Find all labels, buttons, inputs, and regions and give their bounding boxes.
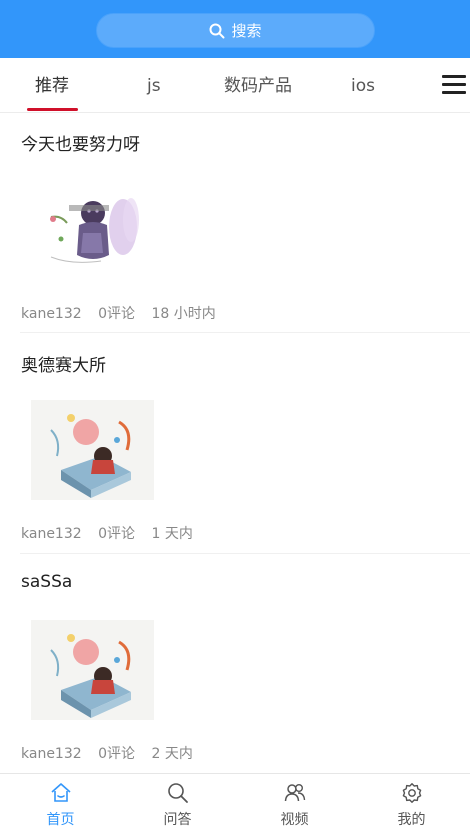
search-icon: [209, 23, 225, 38]
post-time: 2 天内: [151, 746, 193, 762]
post-thumbnail[interactable]: [31, 400, 154, 500]
video-icon: [284, 784, 305, 802]
post-title[interactable]: saSSa: [21, 572, 72, 592]
active-tab-indicator: [27, 108, 78, 111]
nav-video-label: 视频: [280, 812, 309, 828]
tab-recommend[interactable]: 推荐: [35, 75, 69, 97]
post-comments: 0评论: [98, 746, 136, 762]
top-bar: 搜索: [0, 0, 470, 58]
search-button[interactable]: 搜索: [96, 13, 375, 48]
post-meta: kane132 0评论 2 天内: [21, 743, 205, 763]
post-time: 1 天内: [151, 526, 193, 542]
search-label: 搜索: [231, 22, 262, 40]
tab-digital-products[interactable]: 数码产品: [224, 75, 292, 97]
search-icon: [167, 783, 188, 803]
bottom-nav: 首页 问答 视频 我的: [0, 773, 470, 834]
post-comments: 0评论: [98, 526, 136, 542]
list-item[interactable]: saSSa kane132 0评论 2 天内: [0, 553, 470, 773]
post-title[interactable]: 今天也要努力呀: [21, 130, 140, 155]
nav-mine[interactable]: 我的: [353, 774, 470, 834]
home-icon: [50, 783, 71, 802]
nav-video[interactable]: 视频: [236, 774, 353, 834]
post-thumbnail[interactable]: [31, 175, 154, 275]
channel-menu-button[interactable]: [442, 75, 466, 95]
gear-icon: [402, 783, 421, 803]
list-item[interactable]: 今天也要努力呀 kane132 0评论 18 小时内: [0, 113, 470, 333]
tab-js[interactable]: js: [147, 75, 161, 97]
nav-home-label: 首页: [46, 812, 75, 828]
app: 搜索 推荐 js 数码产品 ios 今天也要努力呀 kane132 0评论 18…: [0, 0, 470, 834]
list-item[interactable]: 奥德赛大所 kane132 0评论 1 天内: [0, 333, 470, 554]
nav-qa[interactable]: 问答: [119, 774, 236, 834]
post-author: kane132: [21, 746, 82, 762]
post-meta: kane132 0评论 1 天内: [21, 523, 205, 543]
nav-mine-label: 我的: [397, 812, 426, 828]
nav-qa-label: 问答: [163, 812, 192, 828]
nav-home[interactable]: 首页: [2, 774, 119, 834]
post-time: 18 小时内: [151, 306, 216, 322]
post-title[interactable]: 奥德赛大所: [21, 351, 106, 376]
post-author: kane132: [21, 526, 82, 542]
post-comments: 0评论: [98, 306, 136, 322]
post-thumbnail[interactable]: [31, 620, 154, 720]
post-author: kane132: [21, 306, 82, 322]
channel-tabs: 推荐 js 数码产品 ios: [0, 58, 470, 113]
post-meta: kane132 0评论 18 小时内: [21, 303, 228, 323]
tab-ios[interactable]: ios: [351, 75, 375, 97]
